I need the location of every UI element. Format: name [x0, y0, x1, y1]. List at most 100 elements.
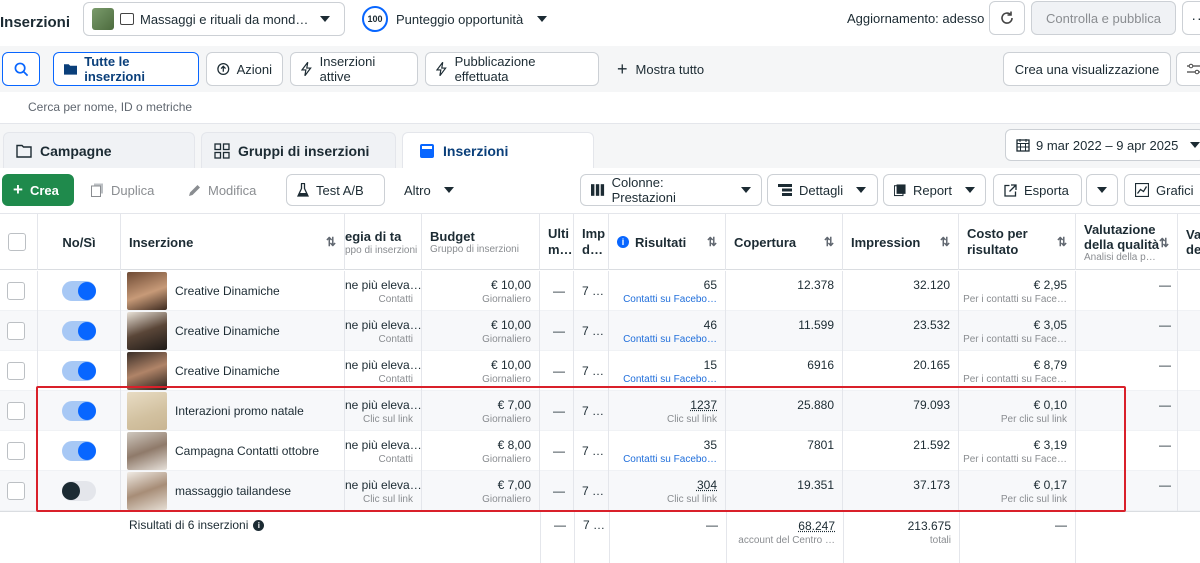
table-row[interactable]: massaggio tailandese ne più eleva… Clic su… [0, 471, 1200, 511]
row-name-cell[interactable]: Campagna Contatti ottobre [121, 431, 345, 471]
filter-settings-button[interactable] [1176, 52, 1200, 86]
results-sub[interactable]: Contatti su Facebo… [623, 373, 717, 386]
header-results[interactable]: i Risultati ⇅ [609, 214, 726, 270]
results-sub[interactable]: Contatti su Facebo… [623, 333, 717, 346]
search-button[interactable] [2, 52, 40, 86]
results-sub: Clic sul link [667, 493, 717, 506]
top-bar: Inserzioni Massaggi e rituali da mond… 1… [0, 0, 1200, 44]
row-checkbox[interactable] [7, 282, 25, 300]
header-ad[interactable]: Inserzione ⇅ [121, 214, 345, 270]
header-cpr[interactable]: Costo per risultato ⇅ [959, 214, 1076, 270]
row-checkbox[interactable] [7, 442, 25, 460]
ad-name[interactable]: Creative Dinamiche [175, 283, 280, 299]
charts-button[interactable]: Grafici [1124, 174, 1200, 206]
account-selector[interactable]: Massaggi e rituali da mond… [83, 2, 345, 36]
row-checkbox[interactable] [7, 362, 25, 380]
header-next[interactable]: Va de [1178, 214, 1200, 270]
table-row[interactable]: Campagna Contatti ottobre ne più eleva… Co… [0, 431, 1200, 471]
search-input[interactable] [28, 100, 428, 114]
row-name-cell[interactable]: Creative Dinamiche [121, 351, 345, 391]
header-last-label: Ulti m… [548, 226, 565, 258]
ad-name[interactable]: Campagna Contatti ottobre [175, 443, 319, 459]
row-checkbox[interactable] [7, 402, 25, 420]
columns-icon [591, 184, 605, 196]
row-name-cell[interactable]: Interazioni promo natale [121, 391, 345, 431]
tab-adsets[interactable]: Gruppi di inserzioni [201, 132, 396, 168]
header-reach[interactable]: Copertura ⇅ [726, 214, 843, 270]
tab-campaigns[interactable]: Campagne [3, 132, 195, 168]
row-budget-cell[interactable]: € 8,00 Giornaliero [422, 431, 540, 471]
header-onoff[interactable]: No/Sì [38, 214, 121, 270]
ad-name[interactable]: Creative Dinamiche [175, 363, 280, 379]
refresh-button[interactable] [989, 1, 1025, 35]
row-checkbox[interactable] [7, 322, 25, 340]
more-options-button[interactable]: ·· [1182, 1, 1200, 35]
row-budget-cell[interactable]: € 10,00 Giornaliero [422, 311, 540, 351]
active-ads-filter[interactable]: Inserzioni attive [290, 52, 418, 86]
table-row[interactable]: Creative Dinamiche ne più eleva… Contatti €… [0, 271, 1200, 311]
row-budget-cell[interactable]: € 10,00 Giornaliero [422, 351, 540, 391]
header-imp[interactable]: Imp d… [574, 214, 609, 270]
table-row[interactable]: Creative Dinamiche ne più eleva… Contatti €… [0, 311, 1200, 351]
header-budget[interactable]: Budget Gruppo di inserzioni [422, 214, 540, 270]
export-menu-button[interactable] [1086, 174, 1118, 206]
report-button[interactable]: Report [883, 174, 986, 206]
export-button[interactable]: Esporta [993, 174, 1082, 206]
status-toggle[interactable] [62, 481, 96, 501]
row-checkbox[interactable] [7, 482, 25, 500]
table-row[interactable]: Creative Dinamiche ne più eleva… Contatti €… [0, 351, 1200, 391]
table-row[interactable]: Interazioni promo natale ne più eleva… Cli… [0, 391, 1200, 431]
quality-value: — [1159, 397, 1171, 413]
create-button[interactable]: + Crea [2, 174, 74, 206]
row-budget-cell[interactable]: € 7,00 Giornaliero [422, 471, 540, 511]
status-toggle[interactable] [62, 361, 96, 381]
header-impressions[interactable]: Impression ⇅ [843, 214, 959, 270]
strategy-sub: Contatti [379, 453, 413, 466]
status-toggle[interactable] [62, 401, 96, 421]
ad-name[interactable]: massaggio tailandese [175, 483, 291, 499]
results-sub[interactable]: Contatti su Facebo… [623, 453, 717, 466]
row-toggle-cell [38, 351, 121, 391]
row-strategy-cell: ne più eleva… Clic sul link [345, 471, 422, 511]
publish-button[interactable]: Controlla e pubblica [1031, 1, 1176, 35]
tab-ads[interactable]: Inserzioni [402, 132, 594, 168]
ab-test-button[interactable]: Test A/B [286, 174, 385, 206]
status-toggle[interactable] [62, 321, 96, 341]
more-menu-button[interactable]: Altro [393, 174, 465, 206]
status-toggle[interactable] [62, 281, 96, 301]
duplicate-button[interactable]: Duplica [80, 174, 165, 206]
header-last[interactable]: Ulti m… [540, 214, 574, 270]
row-name-cell[interactable]: massaggio tailandese [121, 471, 345, 511]
last-value: — [553, 363, 565, 379]
breakdown-button[interactable]: Dettagli [767, 174, 878, 206]
export-icon [1004, 184, 1017, 197]
row-name-cell[interactable]: Creative Dinamiche [121, 311, 345, 351]
create-view-button[interactable]: Crea una visualizzazione [1003, 52, 1171, 86]
header-quality[interactable]: Valutazione della qualità Analisi della … [1076, 214, 1178, 270]
row-budget-cell[interactable]: € 10,00 Giornaliero [422, 271, 540, 311]
chevron-down-icon [444, 187, 454, 193]
row-strategy-cell: ne più eleva… Clic sul link [345, 391, 422, 431]
status-toggle[interactable] [62, 441, 96, 461]
info-icon[interactable]: i [253, 520, 264, 531]
row-name-cell[interactable]: Creative Dinamiche [121, 271, 345, 311]
published-filter[interactable]: Pubblicazione effettuata [425, 52, 599, 86]
opportunity-score[interactable]: 100 Punteggio opportunità [362, 6, 547, 32]
select-all-checkbox[interactable] [8, 233, 26, 251]
totals-cpr: — [959, 512, 1076, 563]
show-all-button[interactable]: + Mostra tutto [617, 52, 704, 86]
header-results-label: Risultati [635, 235, 686, 250]
ad-name[interactable]: Interazioni promo natale [175, 403, 304, 419]
header-strategy[interactable]: egia di ta ppo di inserzioni [345, 214, 422, 270]
edit-button[interactable]: Modifica [177, 174, 267, 206]
row-results-cell: 46 Contatti su Facebo… [609, 311, 726, 351]
row-budget-cell[interactable]: € 7,00 Giornaliero [422, 391, 540, 431]
actions-filter[interactable]: Azioni [206, 52, 283, 86]
date-range-picker[interactable]: 9 mar 2022 – 9 apr 2025 [1005, 129, 1200, 161]
imp-value: 7 … [582, 403, 600, 419]
columns-button[interactable]: Colonne: Prestazioni [580, 174, 762, 206]
results-sub[interactable]: Contatti su Facebo… [623, 293, 717, 306]
reach-value: 19.351 [797, 477, 834, 493]
all-ads-filter[interactable]: Tutte le inserzioni [53, 52, 199, 86]
ad-name[interactable]: Creative Dinamiche [175, 323, 280, 339]
